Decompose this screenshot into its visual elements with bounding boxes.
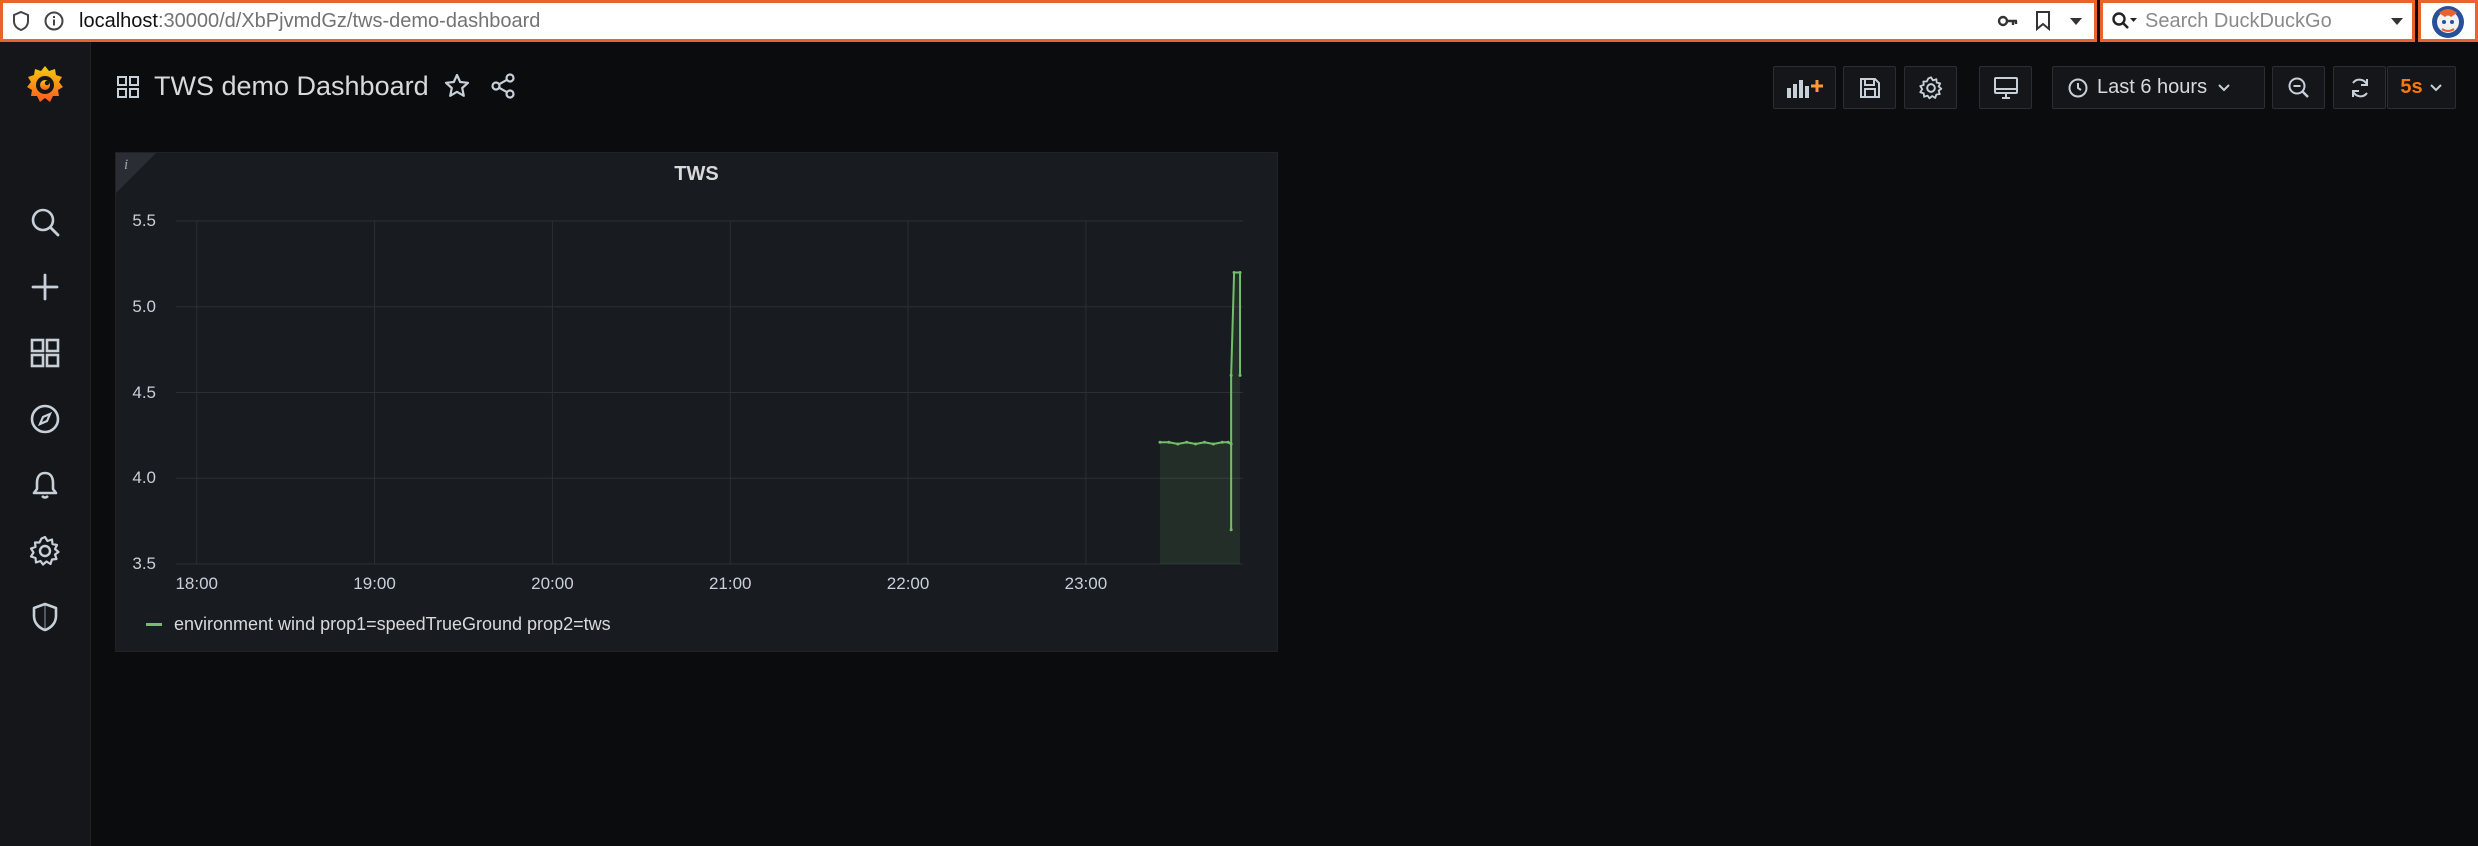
info-icon[interactable] xyxy=(43,3,65,39)
x-tick-label: 18:00 xyxy=(175,574,218,593)
profile-avatar[interactable] xyxy=(2418,0,2478,42)
url-text[interactable]: localhost:30000/d/XbPjvmdGz/tws-demo-das… xyxy=(79,3,540,39)
gear-icon[interactable] xyxy=(22,528,68,574)
share-icon[interactable] xyxy=(489,72,517,100)
zoom-out-icon xyxy=(2287,76,2311,100)
chevron-down-icon[interactable] xyxy=(2069,3,2083,39)
data-point xyxy=(1229,442,1233,446)
add-panel-button[interactable] xyxy=(1773,66,1836,109)
refresh-interval-picker[interactable]: 5s xyxy=(2387,66,2456,109)
zoom-out-button[interactable] xyxy=(2272,66,2325,109)
save-dashboard-button[interactable] xyxy=(1843,66,1896,109)
time-range-picker[interactable]: Last 6 hours xyxy=(2052,66,2265,109)
search-engine-icon[interactable] xyxy=(2111,10,2139,32)
data-point xyxy=(1194,442,1198,446)
data-point xyxy=(1220,440,1224,444)
x-tick-label: 23:00 xyxy=(1064,574,1108,593)
add-panel-icon xyxy=(1785,76,1825,100)
x-tick-label: 19:00 xyxy=(353,574,396,593)
key-icon[interactable] xyxy=(1996,3,2020,39)
search-input[interactable]: Search DuckDuckGo xyxy=(2145,3,2332,39)
chevron-down-icon xyxy=(2217,83,2231,93)
shield-icon[interactable] xyxy=(11,3,31,39)
data-point xyxy=(1229,528,1233,532)
data-point xyxy=(1185,440,1189,444)
bookmark-icon[interactable] xyxy=(2034,3,2052,39)
chevron-down-icon[interactable] xyxy=(2390,16,2404,26)
search-icon[interactable] xyxy=(22,199,68,245)
data-point xyxy=(1232,270,1236,274)
y-tick-label: 4.5 xyxy=(132,382,156,402)
plus-icon[interactable] xyxy=(22,264,68,310)
refresh-button[interactable] xyxy=(2333,66,2386,109)
chevron-down-icon xyxy=(2429,83,2443,93)
legend-item[interactable]: environment wind prop1=speedTrueGround p… xyxy=(146,612,611,636)
y-tick-label: 5.0 xyxy=(132,296,156,316)
data-point xyxy=(1238,270,1242,274)
bell-icon[interactable] xyxy=(22,462,68,508)
tws-panel: i TWS 3.5 4.0 4.5 5.0 5.5 18:00 19:00 20:00 21:0… xyxy=(115,152,1278,652)
save-icon xyxy=(1858,76,1882,100)
y-tick-label: 4.0 xyxy=(132,468,156,488)
compass-icon[interactable] xyxy=(22,396,68,442)
data-point xyxy=(1229,373,1233,377)
refresh-interval-label: 5s xyxy=(2400,76,2423,98)
apps-icon[interactable] xyxy=(22,330,68,376)
legend-swatch xyxy=(146,622,162,626)
gear-icon xyxy=(1918,75,1944,101)
legend-label: environment wind prop1=speedTrueGround p… xyxy=(174,613,611,634)
tv-icon xyxy=(1993,76,2019,100)
y-tick-label: 5.5 xyxy=(132,211,156,230)
refresh-icon xyxy=(2348,76,2372,100)
dashboard-settings-button[interactable] xyxy=(1904,66,1957,109)
cycle-view-mode-button[interactable] xyxy=(1979,66,2032,109)
x-tick-label: 22:00 xyxy=(886,574,930,593)
x-tick-label: 20:00 xyxy=(531,574,574,593)
tws-graph[interactable] xyxy=(116,153,1277,593)
time-range-label: Last 6 hours xyxy=(2097,76,2208,98)
address-bar[interactable]: localhost:30000/d/XbPjvmdGz/tws-demo-das… xyxy=(0,0,2097,42)
series-area xyxy=(1160,272,1241,564)
data-point xyxy=(1176,442,1180,446)
data-point xyxy=(1226,440,1230,444)
data-point xyxy=(1211,442,1215,446)
data-point xyxy=(1238,373,1242,377)
clock-icon xyxy=(2067,77,2089,99)
dashboard-title[interactable]: TWS demo Dashboard xyxy=(154,68,429,104)
x-tick-label: 21:00 xyxy=(708,574,752,593)
grafana-logo[interactable] xyxy=(22,62,68,108)
data-point xyxy=(1202,440,1206,444)
y-tick-label: 3.5 xyxy=(132,554,156,573)
data-point xyxy=(1167,440,1171,444)
star-icon[interactable] xyxy=(443,72,471,100)
data-point xyxy=(1158,440,1162,444)
search-bar[interactable]: Search DuckDuckGo xyxy=(2100,0,2415,42)
dashboard-grid-icon xyxy=(116,75,140,99)
side-menu xyxy=(0,42,91,846)
shield-icon[interactable] xyxy=(22,594,68,640)
